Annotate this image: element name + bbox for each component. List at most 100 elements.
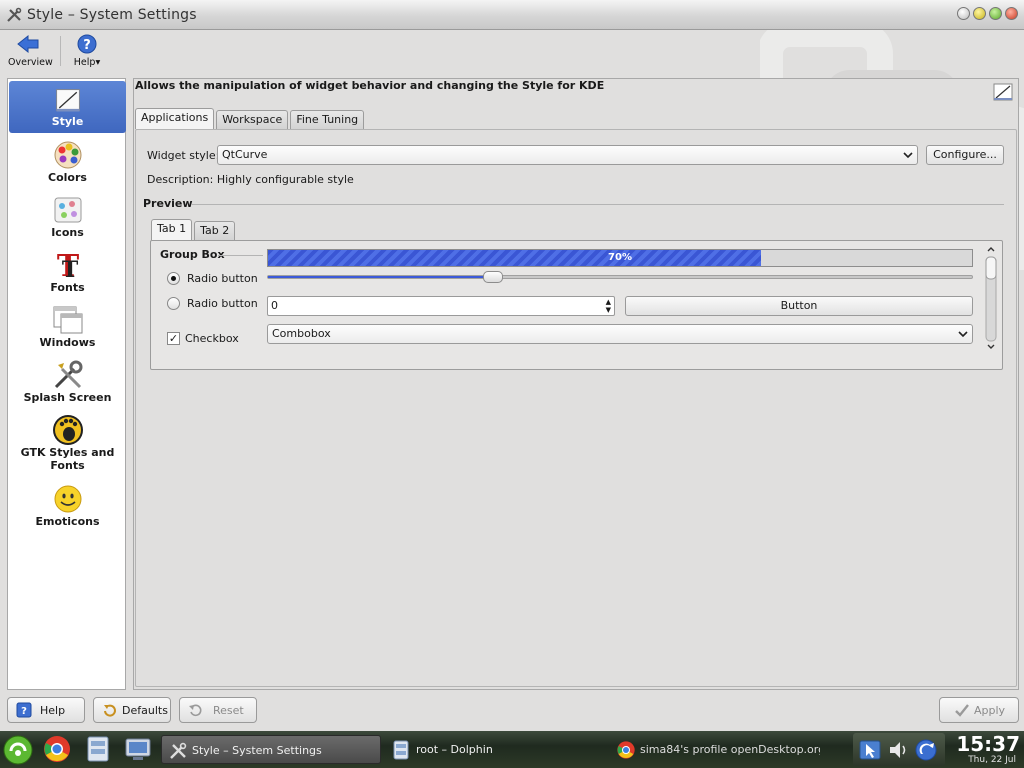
gnome-foot-icon: [52, 415, 83, 445]
tab-fine-tuning[interactable]: Fine Tuning: [290, 110, 365, 129]
sidebar-item-label: Colors: [48, 171, 87, 184]
apply-button-label: Apply: [974, 704, 1006, 717]
icons-icon: [54, 197, 81, 223]
emoticons-icon: [54, 485, 81, 513]
sidebar-item-emoticons[interactable]: Emoticons: [9, 483, 126, 533]
clock-date: Thu, 22 Jul: [968, 755, 1016, 765]
tab-workspace[interactable]: Workspace: [216, 110, 289, 129]
settings-task-icon: [170, 742, 187, 759]
task-chrome[interactable]: sima84's profile openDesktop.org - G: [610, 735, 820, 764]
reset-icon: [189, 704, 202, 717]
title-bar[interactable]: Style – System Settings: [0, 0, 1024, 30]
help-book-icon: ?: [16, 702, 32, 718]
sidebar-item-label: Style: [51, 115, 84, 128]
svg-text:?: ?: [21, 706, 27, 717]
reset-button-label: Reset: [213, 704, 244, 717]
tools-icon: [7, 7, 22, 22]
slider[interactable]: [267, 271, 973, 283]
start-menu-icon[interactable]: [2, 734, 34, 766]
sidebar-item-splash-screen[interactable]: Splash Screen: [9, 359, 126, 409]
check-mark-icon: ✓: [168, 332, 179, 345]
defaults-button-label: Defaults: [122, 704, 168, 717]
checkbox-label: Checkbox: [185, 332, 239, 345]
sidebar-item-label: Icons: [51, 226, 84, 239]
checkbox[interactable]: ✓: [167, 332, 180, 345]
overview-label: Overview: [8, 57, 53, 68]
sidebar-item-label: Splash Screen: [23, 391, 112, 404]
sidebar-item-icons[interactable]: Icons: [9, 194, 126, 244]
back-arrow-icon: [17, 34, 39, 54]
windows-icon: [53, 306, 82, 334]
chevron-down-icon: [903, 152, 913, 159]
tab-preview-1[interactable]: Tab 1: [151, 219, 193, 240]
style-description: Description: Highly configurable style: [147, 173, 354, 186]
sidebar-item-windows[interactable]: Windows: [9, 304, 126, 354]
radio-button-1-label: Radio button: [187, 272, 258, 285]
category-sidebar: Style Colors Icons T T Fonts Windows Spl…: [7, 78, 126, 690]
apply-check-icon: [955, 704, 969, 717]
reset-button[interactable]: Reset: [179, 697, 257, 723]
svg-text:?: ?: [83, 38, 91, 53]
radio-button-1[interactable]: [167, 272, 180, 285]
desktop-launcher-icon[interactable]: [124, 735, 152, 763]
sidebar-item-label: Emoticons: [35, 515, 100, 528]
preview-tabbar: Tab 1 Tab 2: [151, 219, 237, 240]
preview-combobox[interactable]: Combobox: [267, 324, 973, 344]
sidebar-item-gtk-styles-and-fonts[interactable]: GTK Styles and Fonts: [9, 414, 126, 478]
sidebar-item-fonts[interactable]: T T Fonts: [9, 249, 126, 299]
tab-preview-2[interactable]: Tab 2: [194, 221, 236, 240]
preview-divider: [192, 204, 1004, 205]
configure-button[interactable]: Configure...: [926, 145, 1004, 165]
minimize-button[interactable]: [973, 7, 986, 20]
widget-style-value: QtCurve: [222, 148, 268, 161]
window-title: Style – System Settings: [27, 7, 197, 23]
sidebar-item-label: Windows: [39, 336, 96, 349]
preview-button[interactable]: Button: [625, 296, 973, 316]
radio-button-2[interactable]: [167, 297, 180, 310]
defaults-button[interactable]: Defaults: [93, 697, 171, 723]
page-description-header: Allows the manipulation of widget behavi…: [135, 79, 605, 92]
dropdown-arrow-icon: ▾: [95, 57, 101, 68]
progress-bar: 70%: [267, 249, 973, 267]
spin-arrows-icon[interactable]: ▲ ▼: [606, 298, 611, 314]
sidebar-item-style[interactable]: Style: [9, 81, 126, 133]
cursor-applet-icon[interactable]: [859, 738, 881, 762]
dolphin-icon: [393, 740, 409, 760]
style-page-icon: [993, 83, 1013, 101]
task-system-settings[interactable]: Style – System Settings: [161, 735, 381, 764]
spin-box[interactable]: 0 ▲ ▼: [267, 296, 615, 316]
chrome-icon: [617, 741, 635, 759]
update-notifier-icon[interactable]: [915, 738, 937, 762]
overview-button[interactable]: Overview: [8, 34, 53, 68]
splash-screen-icon: [54, 360, 82, 389]
preview-scrollbar[interactable]: [985, 245, 997, 351]
help-menu-button[interactable]: ? Help▾: [70, 34, 104, 68]
radio-button-2-label: Radio button: [187, 297, 258, 310]
sidebar-item-label: Fonts: [50, 281, 85, 294]
close-button[interactable]: [1005, 7, 1018, 20]
apply-button[interactable]: Apply: [939, 697, 1019, 723]
defaults-icon: [104, 704, 116, 717]
slider-handle[interactable]: [483, 271, 504, 283]
sidebar-item-colors[interactable]: Colors: [9, 139, 126, 189]
main-panel: Allows the manipulation of widget behavi…: [133, 78, 1019, 690]
group-box-divider: [218, 255, 263, 256]
task-dolphin[interactable]: root – Dolphin: [386, 735, 606, 764]
widget-style-label: Widget style:: [147, 149, 220, 162]
volume-icon[interactable]: [887, 738, 909, 762]
maximize-button[interactable]: [989, 7, 1002, 20]
task-label: root – Dolphin: [416, 743, 493, 756]
help-icon: ?: [77, 34, 97, 54]
taskbar: Style – System Settings root – Dolphin s…: [0, 731, 1024, 768]
widget-style-combobox[interactable]: QtCurve: [217, 145, 918, 165]
chrome-launcher-icon[interactable]: [42, 734, 72, 764]
clock-time[interactable]: 15:37: [956, 732, 1020, 756]
tab-applications[interactable]: Applications: [135, 108, 215, 129]
task-label: Style – System Settings: [192, 744, 322, 757]
help-button[interactable]: ? Help: [7, 697, 85, 723]
file-manager-launcher-icon[interactable]: [85, 735, 111, 763]
toolbar-separator: [60, 36, 61, 66]
colors-icon: [54, 141, 81, 169]
shade-button[interactable]: [957, 7, 970, 20]
help-button-label: Help: [40, 704, 66, 717]
